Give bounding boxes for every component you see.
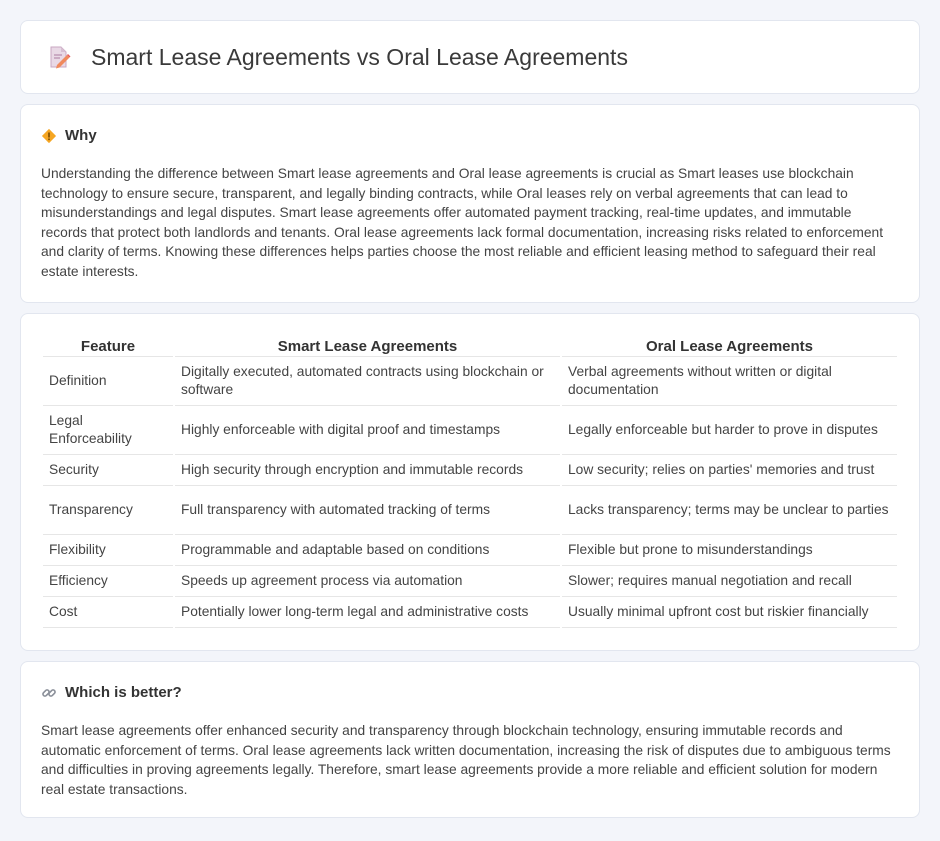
cell-oral: Verbal agreements without written or dig…: [562, 357, 897, 406]
cell-smart: Full transparency with automated trackin…: [175, 486, 560, 535]
table-row: Efficiency Speeds up agreement process v…: [43, 566, 897, 597]
cell-oral: Lacks transparency; terms may be unclear…: [562, 486, 897, 535]
comparison-table: Feature Smart Lease Agreements Oral Leas…: [41, 333, 899, 628]
cell-smart: Potentially lower long-term legal and ad…: [175, 597, 560, 628]
cell-smart: Speeds up agreement process via automati…: [175, 566, 560, 597]
which-text: Smart lease agreements offer enhanced se…: [41, 723, 891, 797]
cell-feature: Flexibility: [43, 535, 173, 566]
why-header: Why: [41, 127, 899, 144]
page-title: Smart Lease Agreements vs Oral Lease Agr…: [91, 43, 628, 70]
cell-smart: Highly enforceable with digital proof an…: [175, 406, 560, 455]
cell-smart: High security through encryption and imm…: [175, 455, 560, 486]
header-feature: Feature: [43, 333, 173, 357]
why-title: Why: [65, 127, 97, 144]
which-title: Which is better?: [65, 684, 182, 701]
header-oral: Oral Lease Agreements: [562, 333, 897, 357]
cell-oral: Usually minimal upfront cost but riskier…: [562, 597, 897, 628]
cell-feature: Efficiency: [43, 566, 173, 597]
table-row: Flexibility Programmable and adaptable b…: [43, 535, 897, 566]
cell-feature: Legal Enforceability: [43, 406, 173, 455]
table-row: Definition Digitally executed, automated…: [43, 357, 897, 406]
table-row: Transparency Full transparency with auto…: [43, 486, 897, 535]
cell-feature: Cost: [43, 597, 173, 628]
cell-oral: Flexible but prone to misunderstandings: [562, 535, 897, 566]
document-pencil-icon: [50, 46, 71, 69]
table-row: Cost Potentially lower long-term legal a…: [43, 597, 897, 628]
header-smart: Smart Lease Agreements: [175, 333, 560, 357]
why-text: Understanding the difference between Sma…: [41, 166, 884, 279]
which-section: Which is better? Smart lease agreements …: [20, 661, 920, 818]
cell-smart: Digitally executed, automated contracts …: [175, 357, 560, 406]
which-header: Which is better?: [41, 684, 899, 701]
header-card: Smart Lease Agreements vs Oral Lease Agr…: [20, 20, 920, 94]
table-header-row: Feature Smart Lease Agreements Oral Leas…: [43, 333, 897, 357]
comparison-table-card: Feature Smart Lease Agreements Oral Leas…: [20, 313, 920, 651]
cell-feature: Definition: [43, 357, 173, 406]
why-section: Why Understanding the difference between…: [20, 104, 920, 303]
link-icon: [42, 688, 56, 697]
cell-feature: Security: [43, 455, 173, 486]
table-row: Security High security through encryptio…: [43, 455, 897, 486]
cell-oral: Slower; requires manual negotiation and …: [562, 566, 897, 597]
table-row: Legal Enforceability Highly enforceable …: [43, 406, 897, 455]
cell-feature: Transparency: [43, 486, 173, 535]
diamond-sign-icon: [41, 128, 57, 143]
cell-oral: Legally enforceable but harder to prove …: [562, 406, 897, 455]
cell-oral: Low security; relies on parties' memorie…: [562, 455, 897, 486]
cell-smart: Programmable and adaptable based on cond…: [175, 535, 560, 566]
